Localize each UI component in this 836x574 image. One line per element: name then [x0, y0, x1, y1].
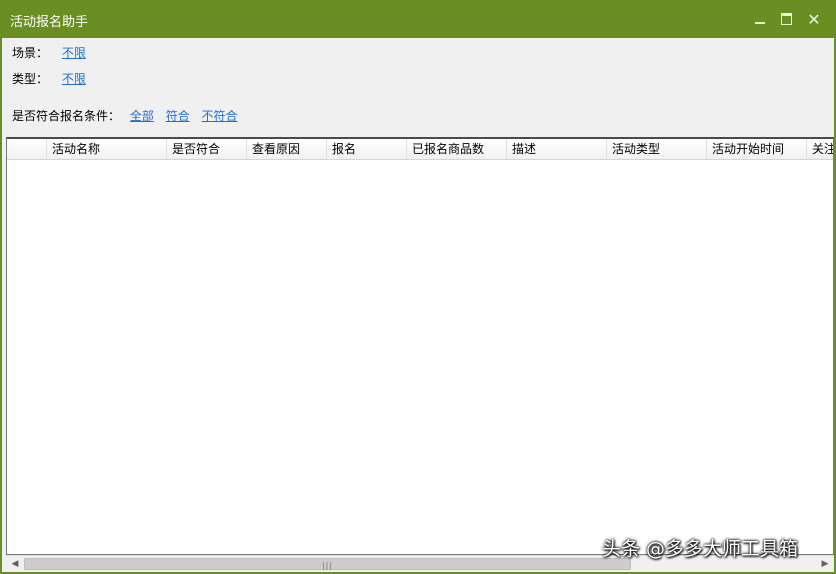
column-header-selector[interactable] [7, 139, 47, 159]
column-header-follow[interactable]: 关注 [807, 139, 833, 159]
table-header: 活动名称 是否符合 查看原因 报名 已报名商品数 描述 活动类型 活动开始时间 … [7, 139, 833, 160]
condition-option-all[interactable]: 全部 [130, 107, 154, 125]
title-bar[interactable]: 活动报名助手 ✕ [0, 0, 836, 38]
column-header-view-reason[interactable]: 查看原因 [247, 139, 327, 159]
column-header-start-time[interactable]: 活动开始时间 [707, 139, 807, 159]
column-header-activity-type[interactable]: 活动类型 [607, 139, 707, 159]
column-header-signup[interactable]: 报名 [327, 139, 407, 159]
maximize-icon [780, 13, 792, 25]
type-option-unlimited[interactable]: 不限 [62, 70, 86, 88]
column-header-activity-name[interactable]: 活动名称 [47, 139, 167, 159]
app-window: 活动报名助手 ✕ 场景： 不限 类型： 不限 是否符合报名条件： 全部 符合 不… [0, 0, 836, 574]
scene-filter: 场景： 不限 [12, 44, 94, 62]
condition-option-eligible[interactable]: 符合 [166, 107, 190, 125]
scene-label: 场景： [12, 46, 49, 60]
activity-table[interactable]: 活动名称 是否符合 查看原因 报名 已报名商品数 描述 活动类型 活动开始时间 … [6, 137, 834, 555]
grip-icon: ||| [321, 561, 334, 570]
condition-label: 是否符合报名条件： [12, 109, 121, 123]
minimize-button[interactable] [750, 9, 770, 29]
scroll-left-icon[interactable]: ◀ [8, 558, 22, 571]
scene-option-unlimited[interactable]: 不限 [62, 44, 86, 62]
minimize-icon [755, 22, 765, 24]
close-icon: ✕ [807, 9, 821, 29]
column-header-signed-items[interactable]: 已报名商品数 [407, 139, 507, 159]
column-header-eligible[interactable]: 是否符合 [167, 139, 247, 159]
watermark: 头条 @多多大师工具箱 [602, 538, 799, 560]
scroll-right-icon[interactable]: ▶ [818, 558, 832, 571]
condition-filter: 是否符合报名条件： 全部 符合 不符合 [12, 107, 246, 125]
maximize-button[interactable] [776, 9, 796, 29]
type-filter: 类型： 不限 [12, 70, 94, 88]
scrollbar-thumb[interactable]: ||| [24, 558, 631, 570]
type-label: 类型： [12, 72, 49, 86]
column-header-description[interactable]: 描述 [507, 139, 607, 159]
condition-option-ineligible[interactable]: 不符合 [202, 107, 238, 125]
close-button[interactable]: ✕ [804, 9, 824, 29]
window-title: 活动报名助手 [10, 15, 89, 30]
